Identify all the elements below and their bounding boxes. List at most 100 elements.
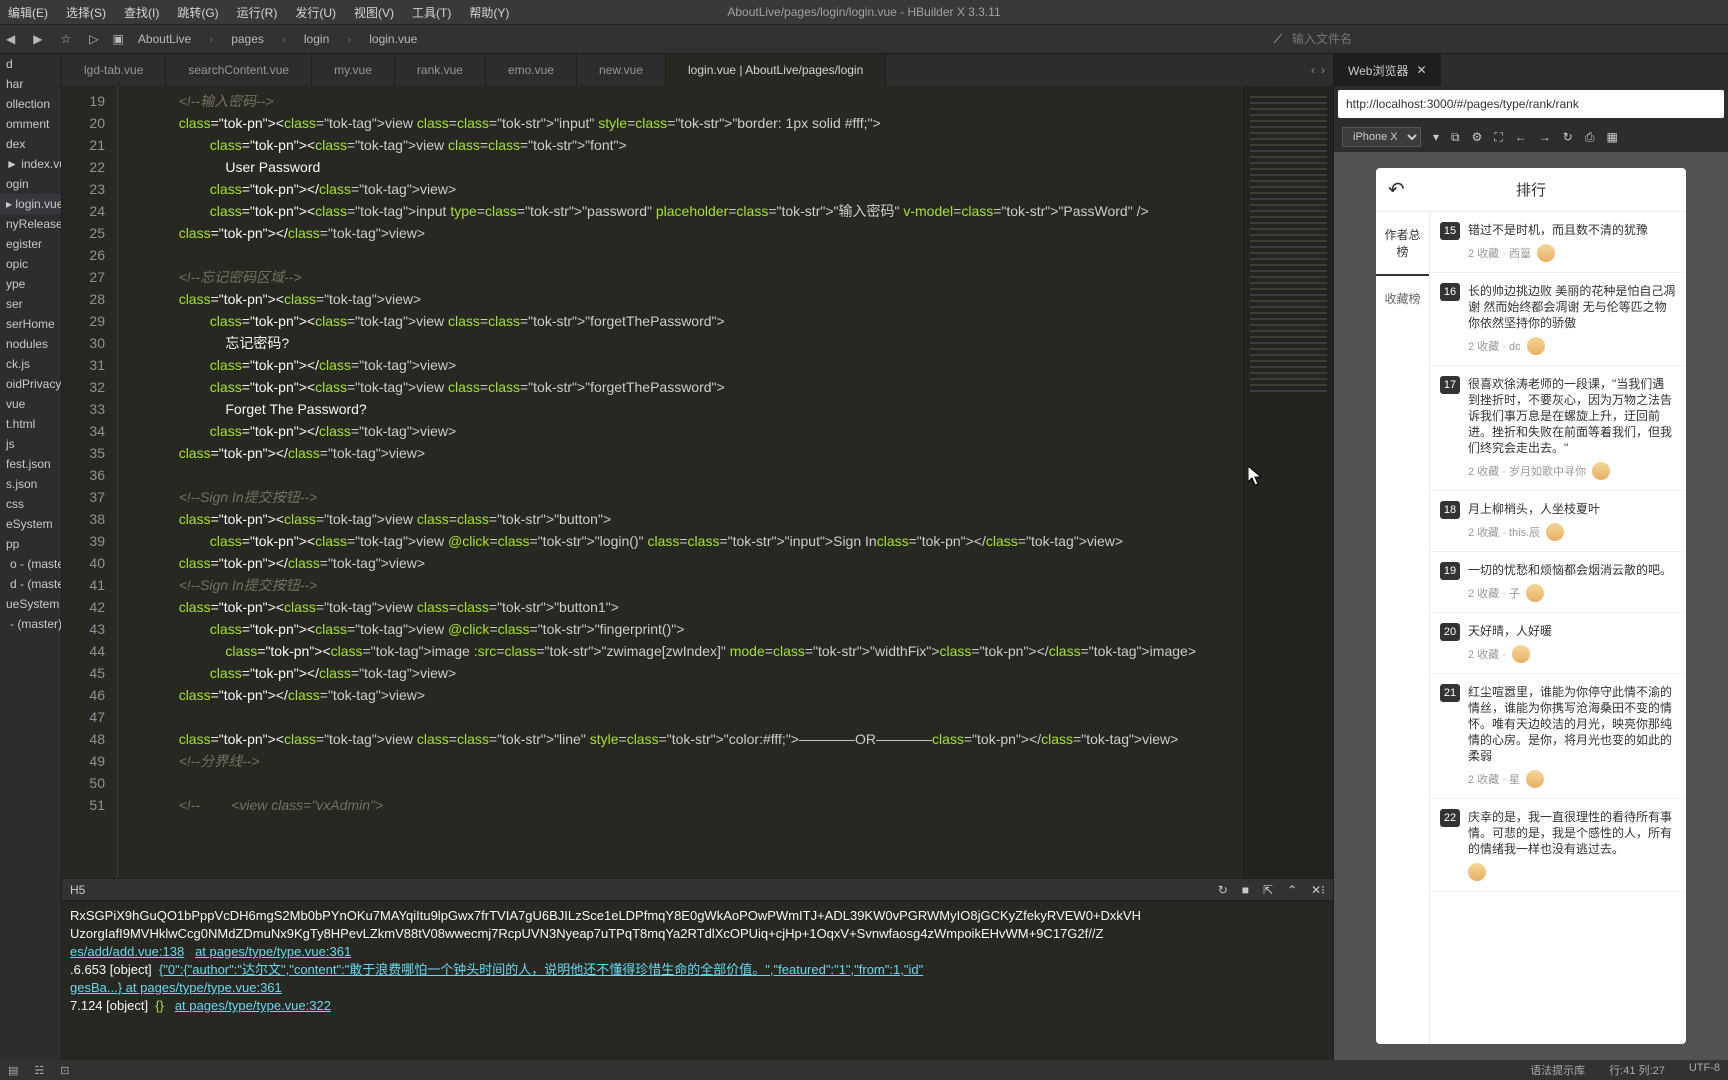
- rank-item[interactable]: 18月上柳梢头，人坐枝夏叶2 收藏 · this.辰: [1430, 491, 1686, 552]
- editor-tab[interactable]: searchContent.vue: [166, 54, 312, 86]
- file-tree-item[interactable]: egister: [0, 234, 61, 254]
- editor-tab[interactable]: emo.vue: [486, 54, 577, 86]
- bookmark-icon[interactable]: ⎙: [1585, 130, 1595, 145]
- editor-tab[interactable]: lgd-tab.vue: [62, 54, 166, 86]
- file-tree-item[interactable]: js: [0, 434, 61, 454]
- expand-icon[interactable]: ⛶: [1494, 130, 1502, 145]
- refresh-icon[interactable]: ↻: [1218, 883, 1228, 897]
- file-tree-item[interactable]: ogin: [0, 174, 61, 194]
- file-tree-item[interactable]: d - (master): [0, 574, 61, 594]
- file-tree-item[interactable]: nodules: [0, 334, 61, 354]
- reload-icon[interactable]: ↻: [1563, 130, 1573, 144]
- menu-edit[interactable]: 编辑(E): [8, 4, 48, 21]
- preview-tab[interactable]: Web浏览器 ✕: [1334, 54, 1441, 86]
- file-tree-item[interactable]: o - (master): [0, 554, 61, 574]
- file-tree-item[interactable]: ollection: [0, 94, 61, 114]
- file-tree-item[interactable]: ueSystem: [0, 594, 61, 614]
- url-bar[interactable]: http://localhost:3000/#/pages/type/rank/…: [1338, 90, 1724, 118]
- grid-icon[interactable]: ▦: [1606, 130, 1617, 144]
- file-tree-item[interactable]: nyRelease: [0, 214, 61, 234]
- console-link[interactable]: at pages/type/type.vue:361: [195, 944, 351, 959]
- rank-item[interactable]: 22庆幸的是，我一直很理性的看待所有事情。可悲的是，我是个感性的人，所有的情绪我…: [1430, 799, 1686, 892]
- console-link[interactable]: at pages/type/type.vue:322: [175, 998, 331, 1013]
- file-tree-item[interactable]: css: [0, 494, 61, 514]
- cursor-position[interactable]: 行:41 列:27: [1609, 1062, 1665, 1078]
- rank-list[interactable]: 15错过不是时机，而且数不清的犹豫2 收藏 · 西篁 16长的帅边挑边败 美丽的…: [1430, 212, 1686, 1044]
- crumb-2[interactable]: login: [304, 32, 329, 46]
- rank-item[interactable]: 16长的帅边挑边败 美丽的花种是怕自己凋谢 然而始终都会凋谢 无与伦等匹之物 你…: [1430, 273, 1686, 366]
- file-tree-item[interactable]: dex: [0, 134, 61, 154]
- file-tree-item[interactable]: ser: [0, 294, 61, 314]
- menu-help[interactable]: 帮助(Y): [469, 4, 509, 21]
- syntax-lib[interactable]: 语法提示库: [1530, 1062, 1585, 1078]
- close-panel-icon[interactable]: ✕⁝: [1311, 883, 1325, 897]
- file-tree-item[interactable]: fest.json: [0, 454, 61, 474]
- menu-select[interactable]: 选择(S): [66, 4, 106, 21]
- side-tab-authors[interactable]: 作者总榜: [1376, 212, 1429, 276]
- close-icon[interactable]: ✕: [1416, 63, 1426, 77]
- filename-input[interactable]: [1292, 32, 1372, 46]
- status-icon-3[interactable]: ⊡: [60, 1064, 69, 1077]
- menu-find[interactable]: 查找(I): [124, 4, 159, 21]
- menu-tools[interactable]: 工具(T): [412, 4, 451, 21]
- status-icon-1[interactable]: ▤: [8, 1064, 18, 1077]
- console-link[interactable]: es/add/add.vue:138: [70, 944, 184, 959]
- file-tree-item[interactable]: eSystem: [0, 514, 61, 534]
- file-tree-item[interactable]: oidPrivacy.json: [0, 374, 61, 394]
- export-icon[interactable]: ⇱: [1263, 883, 1273, 897]
- editor-tab[interactable]: my.vue: [312, 54, 395, 86]
- device-select[interactable]: iPhone X: [1342, 127, 1421, 147]
- file-tree-item[interactable]: - (master): [0, 614, 61, 634]
- star-icon[interactable]: ☆: [60, 32, 71, 46]
- phone-back-icon[interactable]: ↶: [1388, 177, 1405, 202]
- editor-tab[interactable]: login.vue | AboutLive/pages/login: [666, 54, 886, 86]
- file-tree-item[interactable]: serHome: [0, 314, 61, 334]
- file-tree-item[interactable]: s.json: [0, 474, 61, 494]
- tab-prev-icon[interactable]: ‹: [1311, 63, 1315, 77]
- console[interactable]: RxSGPiX9hGuQO1bPppVcDH6mgS2Mb0bPYnOKu7MA…: [62, 900, 1333, 1060]
- file-tree-item[interactable]: ck.js: [0, 354, 61, 374]
- menu-view[interactable]: 视图(V): [354, 4, 394, 21]
- editor-tab[interactable]: rank.vue: [395, 54, 486, 86]
- file-tree-item[interactable]: vue: [0, 394, 61, 414]
- file-tree-item[interactable]: ype: [0, 274, 61, 294]
- open-icon[interactable]: ⧉: [1451, 130, 1460, 145]
- pointer-icon[interactable]: ⟋: [1274, 32, 1282, 47]
- menu-goto[interactable]: 跳转(G): [177, 4, 218, 21]
- code-editor[interactable]: 1920212223242526272829303132333435363738…: [62, 86, 1333, 878]
- console-object[interactable]: {"0":{"author":"达尔文","content":"敢于浪费哪怕一个…: [159, 962, 923, 977]
- back-icon[interactable]: ←: [1515, 130, 1527, 144]
- file-tree-item[interactable]: pp: [0, 534, 61, 554]
- nav-back-icon[interactable]: ◀: [6, 32, 15, 46]
- console-object[interactable]: {}: [155, 998, 164, 1013]
- crumb-1[interactable]: pages: [231, 32, 264, 46]
- forward-icon[interactable]: →: [1539, 130, 1551, 144]
- menu-run[interactable]: 运行(R): [237, 4, 278, 21]
- side-tab-favs[interactable]: 收藏榜: [1376, 276, 1429, 336]
- crumb-3[interactable]: login.vue: [369, 32, 417, 46]
- console-link[interactable]: gesBa...} at pages/type/type.vue:361: [70, 979, 1325, 997]
- file-tree-item[interactable]: ▸ login.vue: [0, 194, 61, 214]
- file-tree-item[interactable]: opic: [0, 254, 61, 274]
- stop-icon[interactable]: ■: [1242, 883, 1249, 897]
- nav-forward-icon[interactable]: ▶: [33, 32, 42, 46]
- file-tree-item[interactable]: t.html: [0, 414, 61, 434]
- minimap[interactable]: [1243, 86, 1333, 878]
- rank-item[interactable]: 19一切的忧愁和烦恼都会烟消云散的吧。2 收藏 · 子: [1430, 552, 1686, 613]
- collapse-icon[interactable]: ⌃: [1287, 883, 1297, 897]
- file-tree-item[interactable]: ► index.vue: [0, 154, 61, 174]
- gear-icon[interactable]: ⚙: [1472, 130, 1483, 144]
- rank-item[interactable]: 15错过不是时机，而且数不清的犹豫2 收藏 · 西篁: [1430, 212, 1686, 273]
- encoding[interactable]: UTF-8: [1689, 1062, 1720, 1078]
- editor-tab[interactable]: new.vue: [577, 54, 666, 86]
- rank-item[interactable]: 20天好晴，人好暖2 收藏 ·: [1430, 613, 1686, 674]
- project-icon[interactable]: ▣: [112, 32, 123, 46]
- file-tree-item[interactable]: omment: [0, 114, 61, 134]
- crumb-0[interactable]: AboutLive: [138, 32, 191, 46]
- status-icon-2[interactable]: ☵: [34, 1064, 44, 1077]
- file-tree-item[interactable]: har: [0, 74, 61, 94]
- code-body[interactable]: <!--输入密码--> class="tok-pn"><class="tok-t…: [118, 86, 1243, 878]
- menu-publish[interactable]: 发行(U): [295, 4, 336, 21]
- rank-item[interactable]: 21红尘喧嚣里，谁能为你停守此情不渝的情丝，谁能为你携写沧海桑田不变的情怀。唯有…: [1430, 674, 1686, 799]
- rank-item[interactable]: 17很喜欢徐涛老师的一段课，"当我们遇到挫折时，不要灰心，因为万物之法告诉我们事…: [1430, 366, 1686, 491]
